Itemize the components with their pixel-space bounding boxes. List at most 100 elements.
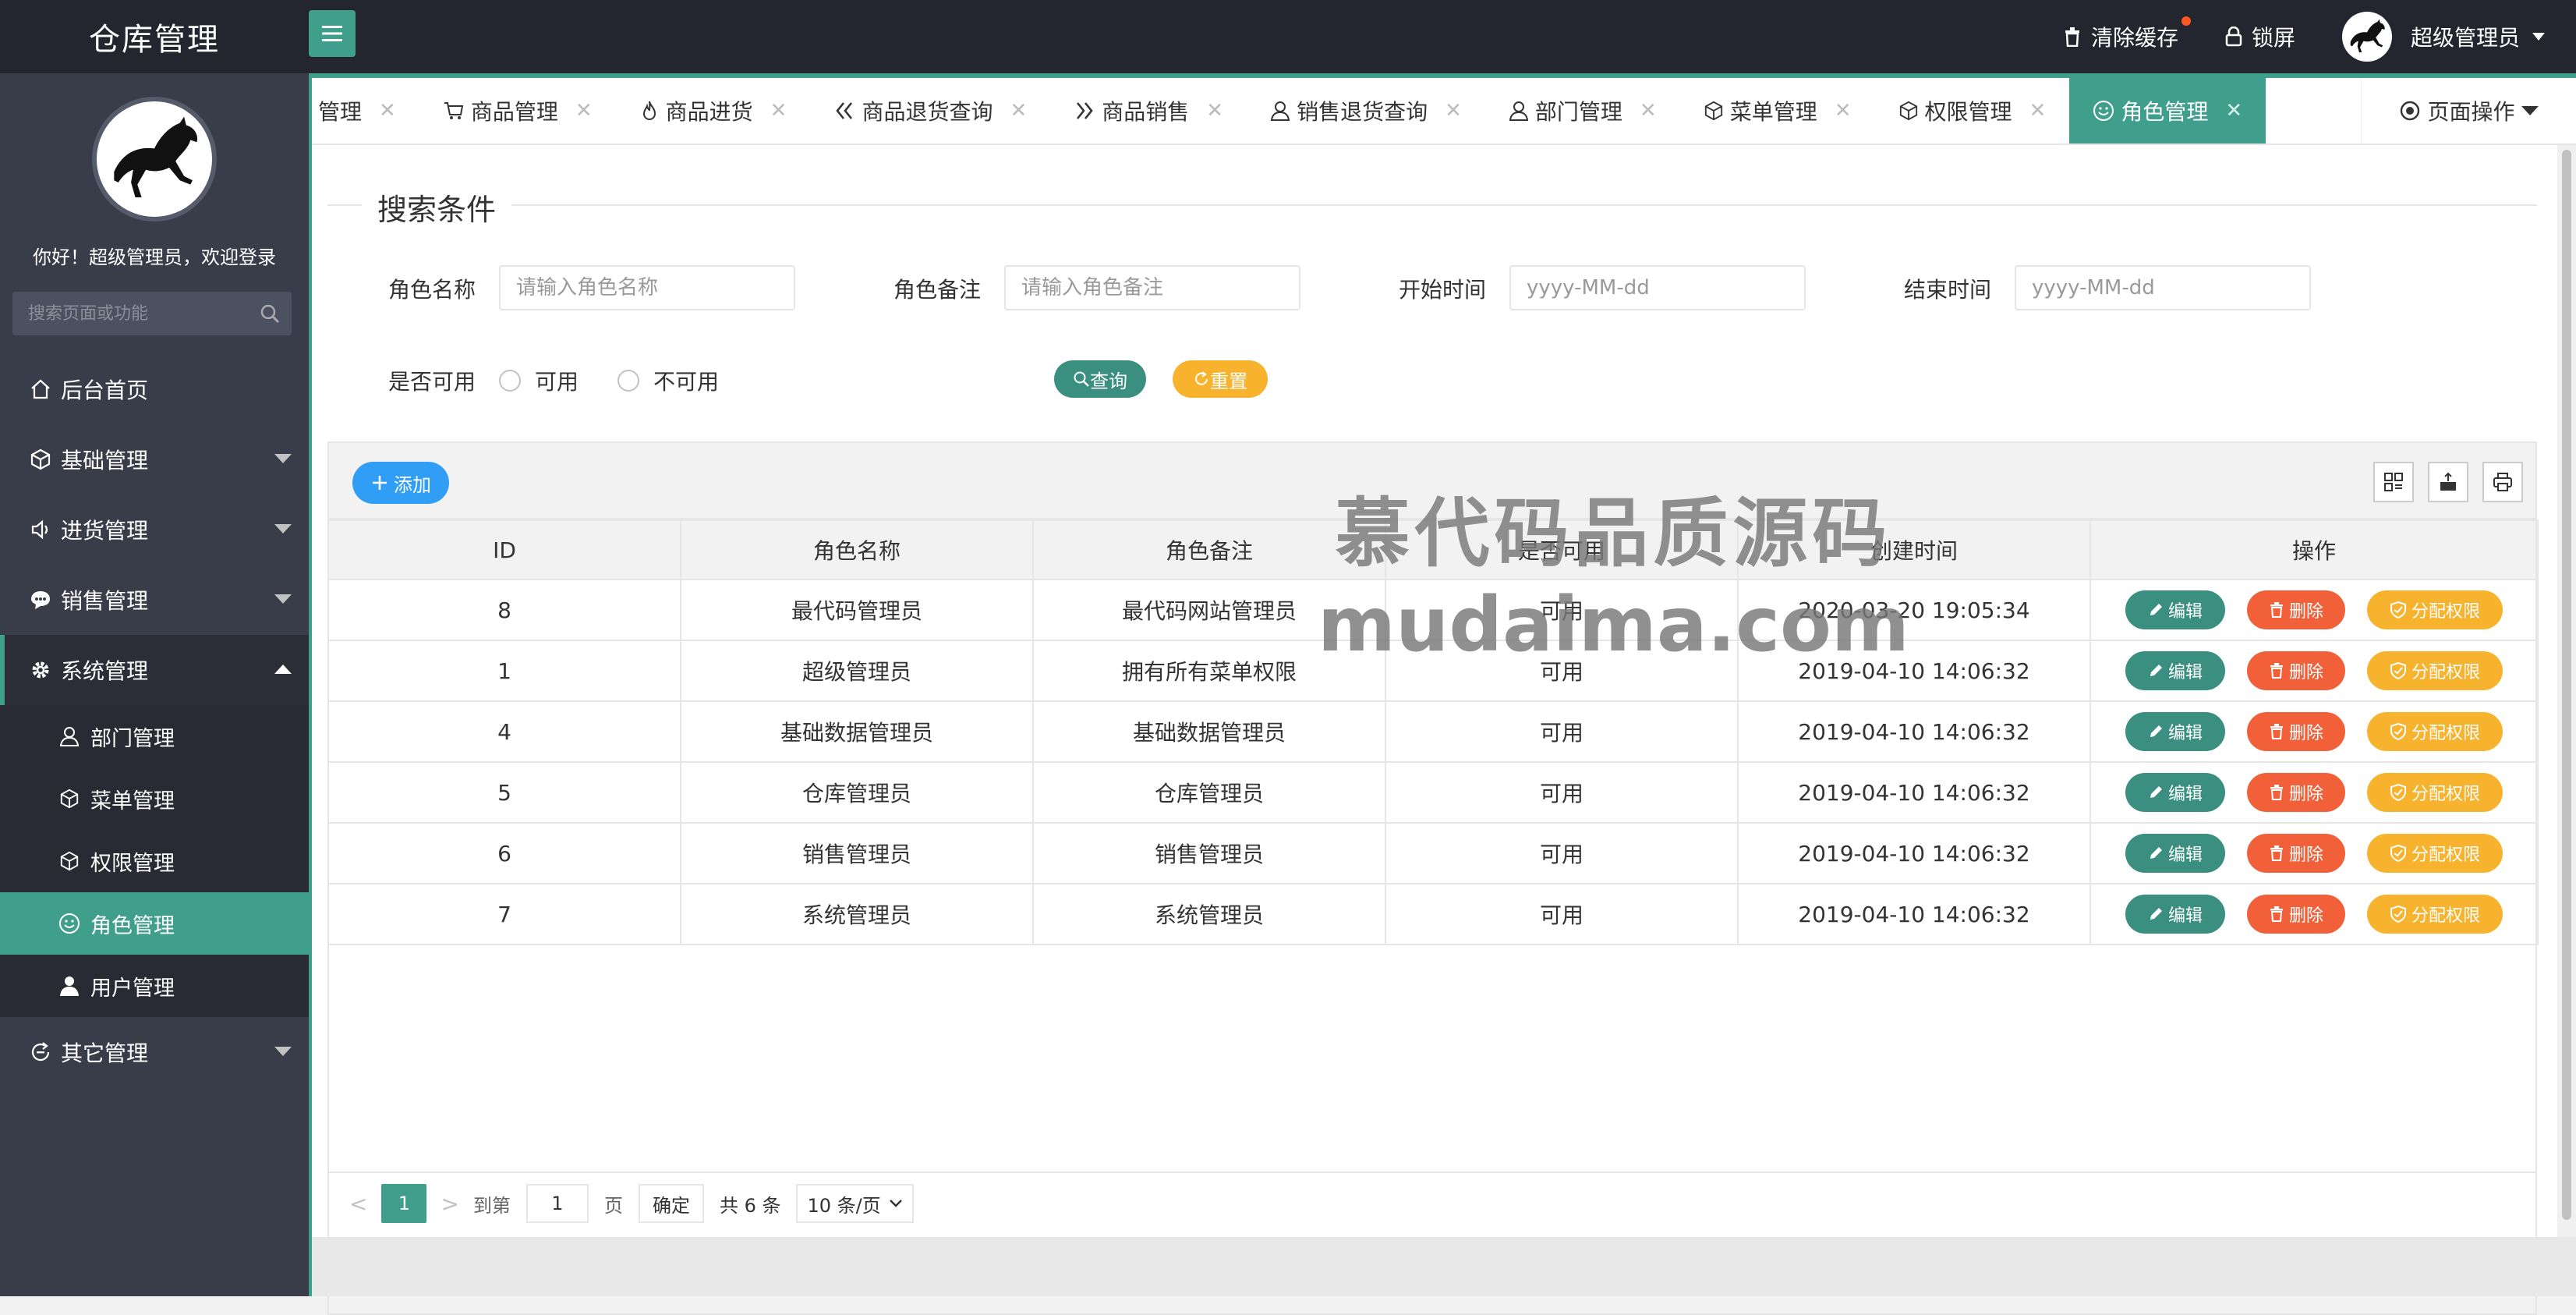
assign-permission-button[interactable]: 分配权限 (2367, 895, 2503, 934)
tab-partial[interactable]: 管理 ✕ (312, 78, 419, 144)
sidebar-item-purchase[interactable]: 进货管理 (0, 494, 309, 565)
pagination: < 1 > 到第 页 确定 共 6 条 10 条/页 (327, 1171, 2537, 1234)
sidebar-item-other[interactable]: 其它管理 (0, 1017, 309, 1087)
sidebar-item-menu[interactable]: 菜单管理 (0, 767, 309, 830)
cell-available: 可用 (1385, 640, 1739, 702)
export-button[interactable] (2428, 462, 2468, 502)
sidebar-item-sales[interactable]: 销售管理 (0, 565, 309, 635)
column-header[interactable]: 角色名称 (680, 519, 1034, 580)
close-icon[interactable]: ✕ (1206, 99, 1223, 122)
page-size-select[interactable]: 10 条/页 (796, 1184, 914, 1223)
sidebar-item-role[interactable]: 角色管理 (0, 892, 309, 955)
close-icon[interactable]: ✕ (575, 99, 593, 122)
search-fieldset-line (327, 204, 2537, 206)
query-button[interactable]: 查询 (1054, 360, 1146, 398)
tab-role[interactable]: 角色管理 ✕ (2069, 78, 2266, 144)
prev-page-icon[interactable]: < (349, 1191, 367, 1217)
delete-button[interactable]: 删除 (2247, 590, 2345, 629)
sidebar-item-home[interactable]: 后台首页 (0, 354, 309, 424)
close-icon[interactable]: ✕ (1010, 99, 1027, 122)
column-header[interactable]: 创建时间 (1737, 519, 2091, 580)
radio-available[interactable]: 可用 (499, 365, 579, 396)
add-button[interactable]: 添加 (352, 462, 449, 504)
edit-label: 编辑 (2167, 785, 2203, 804)
delete-button[interactable]: 删除 (2247, 773, 2345, 812)
close-icon[interactable]: ✕ (379, 99, 396, 122)
assign-permission-button[interactable]: 分配权限 (2367, 590, 2503, 629)
edit-button[interactable]: 编辑 (2125, 712, 2225, 751)
tab-goods-sales[interactable]: 商品销售 ✕ (1050, 78, 1247, 144)
scrollbar-thumb[interactable] (2562, 150, 2571, 1220)
close-icon[interactable]: ✕ (1835, 99, 1852, 122)
end-time-input[interactable] (2015, 265, 2311, 310)
tab-label: 菜单管理 (1729, 99, 1817, 125)
goto-page-input[interactable] (525, 1184, 589, 1223)
reset-button[interactable]: 重置 (1173, 360, 1268, 398)
print-button[interactable] (2482, 462, 2523, 502)
menu-toggle-button[interactable] (309, 10, 356, 57)
user-menu[interactable]: 超级管理员 (2341, 12, 2545, 62)
cube-icon (28, 448, 53, 470)
delete-button[interactable]: 删除 (2247, 651, 2345, 690)
delete-button[interactable]: 删除 (2247, 895, 2345, 934)
smile-icon (58, 913, 81, 934)
edit-button[interactable]: 编辑 (2125, 773, 2225, 812)
edit-button[interactable]: 编辑 (2125, 651, 2225, 690)
column-header[interactable]: 是否可用 (1385, 519, 1739, 580)
role-name-input[interactable] (499, 265, 795, 310)
role-remark-input[interactable] (1004, 265, 1300, 310)
sidebar-item-department[interactable]: 部门管理 (0, 705, 309, 767)
export-icon (2440, 472, 2456, 491)
edit-button[interactable]: 编辑 (2125, 834, 2225, 873)
delete-button[interactable]: 删除 (2247, 712, 2345, 751)
close-icon[interactable]: ✕ (2029, 99, 2047, 122)
sidebar-item-user[interactable]: 用户管理 (0, 955, 309, 1017)
sidebar-item-label: 菜单管理 (90, 789, 175, 813)
chat-icon (28, 589, 53, 611)
column-header[interactable]: 角色备注 (1032, 519, 1386, 580)
edit-button[interactable]: 编辑 (2125, 895, 2225, 934)
column-header[interactable]: 操作 (2089, 519, 2539, 580)
radio-unavailable[interactable]: 不可用 (617, 365, 719, 396)
close-icon[interactable]: ✕ (1640, 99, 1657, 122)
close-icon[interactable]: ✕ (2225, 99, 2242, 122)
sidebar-item-system[interactable]: 系统管理 (0, 635, 309, 705)
assign-permission-button[interactable]: 分配权限 (2367, 712, 2503, 751)
start-time-input[interactable] (1509, 265, 1806, 310)
cell-operations: 编辑 删除 分配权限 (2089, 822, 2539, 884)
sidebar-item-basic[interactable]: 基础管理 (0, 424, 309, 494)
tab-goods-inport[interactable]: 商品进货 ✕ (616, 78, 811, 144)
cell-remark: 销售管理员 (1032, 822, 1386, 884)
close-icon[interactable]: ✕ (1445, 99, 1462, 122)
clear-cache-button[interactable]: 清除缓存 (2063, 16, 2191, 52)
assign-permission-button[interactable]: 分配权限 (2367, 773, 2503, 812)
current-page[interactable]: 1 (381, 1184, 427, 1223)
goto-label: 到第 (472, 1194, 511, 1217)
delete-button[interactable]: 删除 (2247, 834, 2345, 873)
tab-permission[interactable]: 权限管理 ✕ (1875, 78, 2070, 144)
column-header[interactable]: ID (327, 519, 681, 580)
tab-goods-return[interactable]: 商品退货查询 ✕ (810, 78, 1050, 144)
caret-down-icon (274, 524, 292, 533)
sidebar-item-permission[interactable]: 权限管理 (0, 830, 309, 892)
tab-menu[interactable]: 菜单管理 ✕ (1680, 78, 1875, 144)
close-icon[interactable]: ✕ (770, 99, 787, 122)
next-page-icon[interactable]: > (441, 1191, 458, 1217)
lock-icon (2225, 27, 2242, 47)
lock-screen-button[interactable]: 锁屏 (2225, 21, 2295, 52)
search-icon[interactable] (248, 303, 292, 324)
sidebar-search-input[interactable] (12, 292, 248, 335)
goto-confirm-button[interactable]: 确定 (638, 1184, 704, 1223)
assign-permission-button[interactable]: 分配权限 (2367, 834, 2503, 873)
delete-label: 删除 (2288, 663, 2323, 682)
page-operations-dropdown[interactable]: 页面操作 (2361, 78, 2576, 144)
tab-goods[interactable]: 商品管理 ✕ (419, 78, 616, 144)
cell-operations: 编辑 删除 分配权限 (2089, 761, 2539, 824)
columns-filter-button[interactable] (2373, 462, 2414, 502)
edit-button[interactable]: 编辑 (2125, 590, 2225, 629)
vertical-scrollbar[interactable] (2557, 145, 2576, 1237)
assign-permission-button[interactable]: 分配权限 (2367, 651, 2503, 690)
tab-sales-return[interactable]: 销售退货查询 ✕ (1247, 78, 1485, 144)
tab-department[interactable]: 部门管理 ✕ (1485, 78, 1680, 144)
cell-remark: 仓库管理员 (1032, 761, 1386, 824)
